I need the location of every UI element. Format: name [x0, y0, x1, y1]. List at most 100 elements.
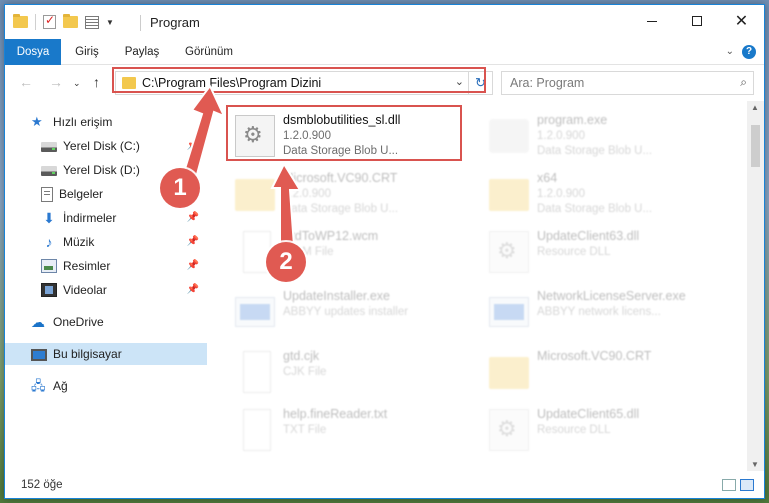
drive-icon — [41, 142, 57, 152]
properties-check-icon[interactable] — [43, 13, 56, 29]
videos-icon — [41, 283, 57, 297]
file-item-gtd-cjk[interactable]: gtd.cjk CJK File — [227, 345, 467, 399]
chevron-down-icon[interactable]: ▼ — [106, 18, 114, 27]
search-icon[interactable]: ⌕ — [740, 75, 747, 90]
file-name: program.exe — [537, 113, 608, 127]
file-item-vc90-crt[interactable]: Microsoft.VC90.CRT 1.2.0.900 Data Storag… — [227, 167, 467, 221]
close-button[interactable]: ✕ — [719, 5, 764, 37]
file-name: NetworkLicenseServer.exe — [537, 289, 686, 303]
file-item-wcm[interactable]: StdToWP12.wcm WCM File — [227, 225, 467, 279]
sidebar-item-network[interactable]: 🖧 Ağ — [5, 375, 207, 397]
sidebar-item-label: Hızlı erişim — [53, 115, 113, 129]
exe-icon — [235, 297, 275, 327]
computer-icon — [31, 348, 47, 361]
pin-icon[interactable]: 📌 — [187, 284, 199, 295]
minimize-button[interactable] — [629, 5, 674, 37]
navigation-pane: ★ Hızlı erişim Yerel Disk (C:) 📌 Yerel D… — [5, 105, 207, 465]
recent-locations-icon[interactable]: ⌄ — [73, 78, 81, 89]
sidebar-item-label: Yerel Disk (D:) — [63, 163, 140, 177]
sidebar-item-label: OneDrive — [53, 315, 104, 329]
details-view-icon[interactable] — [722, 479, 736, 491]
window-controls: ✕ — [629, 5, 764, 37]
file-name: StdToWP12.wcm — [283, 229, 379, 243]
tab-file[interactable]: Dosya — [5, 39, 61, 65]
file-name: help.fineReader.txt — [283, 407, 388, 421]
new-folder-icon[interactable] — [63, 14, 78, 28]
dll-icon — [489, 231, 529, 273]
file-item-updateclient63[interactable]: UpdateClient63.dll Resource DLL — [481, 225, 721, 279]
file-item-program-exe[interactable]: program.exe 1.2.0.900 Data Storage Blob … — [481, 109, 721, 163]
file-name: UpdateInstaller.exe — [283, 289, 391, 303]
documents-icon — [41, 186, 53, 202]
sidebar-item-label: Yerel Disk (C:) — [63, 139, 140, 153]
file-item-help-txt[interactable]: help.fineReader.txt TXT File — [227, 403, 467, 457]
tab-home[interactable]: Giriş — [65, 39, 109, 65]
search-box[interactable]: Ara: Program ⌕ — [501, 71, 754, 95]
file-icon — [243, 351, 271, 393]
pin-icon[interactable]: 📌 — [187, 236, 199, 247]
tiles-view-icon[interactable] — [740, 479, 754, 491]
pin-icon[interactable]: 📌 — [187, 140, 199, 151]
file-item-networklicenseserver[interactable]: NetworkLicenseServer.exe ABBYY network l… — [481, 285, 721, 339]
sidebar-item-music[interactable]: ♪ Müzik 📌 — [5, 231, 207, 253]
search-placeholder[interactable]: Ara: Program — [510, 76, 584, 90]
sidebar-item-this-pc[interactable]: Bu bilgisayar — [5, 343, 207, 365]
file-name: Microsoft.VC90.CRT — [537, 349, 652, 363]
sidebar-item-disk-c[interactable]: Yerel Disk (C:) 📌 — [5, 135, 207, 157]
network-icon: 🖧 — [31, 378, 46, 393]
file-item-updateinstaller[interactable]: UpdateInstaller.exe ABBYY updates instal… — [227, 285, 467, 339]
pictures-icon — [41, 259, 57, 273]
sidebar-item-onedrive[interactable]: ☁ OneDrive — [5, 311, 207, 333]
dll-icon — [489, 409, 529, 451]
close-icon: ✕ — [734, 13, 749, 30]
drive-icon — [41, 166, 57, 176]
file-name: UpdateClient63.dll — [537, 229, 640, 243]
pin-icon[interactable]: 📌 — [187, 260, 199, 271]
file-item-updateclient65[interactable]: UpdateClient65.dll Resource DLL — [481, 403, 721, 457]
item-count: 152 öğe — [21, 479, 63, 491]
maximize-button[interactable] — [674, 5, 719, 37]
file-highlight-box — [226, 105, 462, 161]
address-highlight-box — [112, 67, 486, 93]
music-icon: ♪ — [45, 234, 53, 250]
scroll-down-icon[interactable]: ▼ — [751, 460, 759, 469]
quick-access-toolbar: ▼ — [13, 13, 114, 30]
file-item-vc90-crt-2[interactable]: Microsoft.VC90.CRT — [481, 345, 721, 399]
sidebar-item-videos[interactable]: Videolar 📌 — [5, 279, 207, 301]
tab-share[interactable]: Paylaş — [117, 39, 167, 65]
tab-view[interactable]: Görünüm — [177, 39, 241, 65]
sidebar-item-label: Müzik — [63, 235, 95, 249]
ribbon-tabs: Dosya Giriş Paylaş Görünüm ⌄ ? — [5, 39, 764, 65]
file-description: Data Storage Blob U... — [537, 203, 653, 215]
sidebar-item-downloads[interactable]: ⬇ İndirmeler 📌 — [5, 207, 207, 229]
scroll-up-icon[interactable]: ▲ — [751, 103, 759, 112]
help-icon[interactable]: ? — [742, 45, 756, 59]
sidebar-item-pictures[interactable]: Resimler 📌 — [5, 255, 207, 277]
pin-icon[interactable]: 📌 — [187, 212, 199, 223]
vertical-scrollbar[interactable]: ▲ ▼ — [747, 101, 764, 471]
sidebar-item-quick-access[interactable]: ★ Hızlı erişim — [5, 111, 207, 133]
back-arrow-icon[interactable]: ← — [19, 74, 33, 90]
file-type: TXT File — [283, 424, 327, 436]
folder-icon — [489, 357, 529, 389]
file-description: ABBYY updates installer — [283, 306, 409, 318]
file-description: Data Storage Blob U... — [537, 145, 653, 157]
file-version: 1.2.0.900 — [537, 188, 585, 200]
file-name: gtd.cjk — [283, 349, 320, 363]
folder-icon — [13, 14, 28, 28]
file-item-x64[interactable]: x64 1.2.0.900 Data Storage Blob U... — [481, 167, 721, 221]
file-description: Data Storage Blob U... — [283, 203, 399, 215]
forward-arrow-icon[interactable]: → — [49, 74, 63, 90]
folder-icon — [489, 179, 529, 211]
file-icon — [243, 409, 271, 451]
sidebar-item-label: Videolar — [63, 283, 107, 297]
ribbon-expand-icon[interactable]: ⌄ — [726, 46, 734, 57]
up-arrow-icon[interactable]: ↑ — [93, 74, 100, 90]
view-switcher — [722, 479, 754, 491]
scroll-thumb[interactable] — [751, 125, 760, 167]
onedrive-icon: ☁ — [31, 314, 45, 330]
file-version: 1.2.0.900 — [283, 188, 331, 200]
customize-icon[interactable] — [85, 15, 99, 29]
title-bar: ▼ Program ✕ — [5, 5, 764, 39]
step-badge-2: 2 — [266, 242, 306, 282]
